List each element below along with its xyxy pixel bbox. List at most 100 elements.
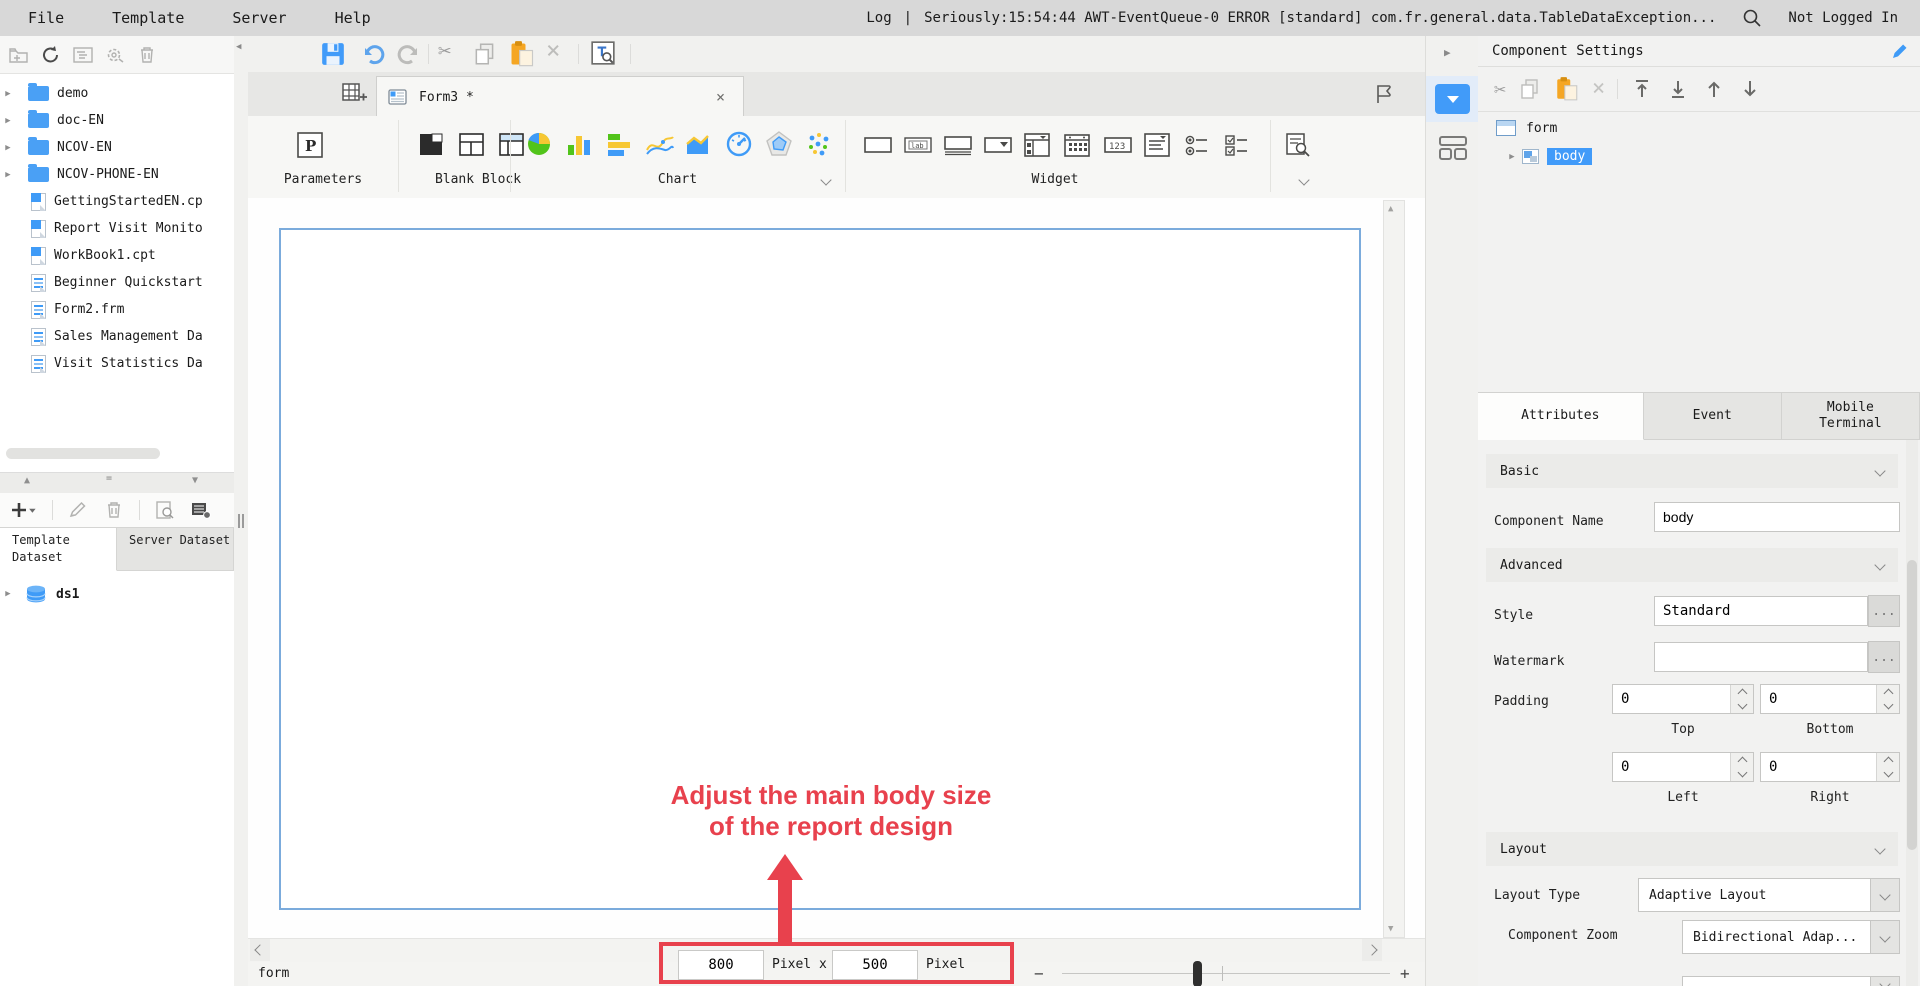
zoom-slider-track[interactable] <box>1062 973 1390 974</box>
padding-bottom-spinner[interactable] <box>1760 684 1900 714</box>
date-widget-icon[interactable] <box>1063 132 1091 158</box>
refresh-icon[interactable] <box>40 45 62 65</box>
widget-group-label[interactable]: Widget <box>845 172 1265 187</box>
delete-selection-icon[interactable]: × <box>546 36 560 64</box>
copy-icon[interactable] <box>472 41 498 67</box>
tab-server-dataset[interactable]: Server Dataset <box>117 527 234 571</box>
adapt-flag-icon[interactable] <box>1372 82 1396 106</box>
dropdown-chevron-icon[interactable] <box>1871 920 1900 954</box>
spinner-arrows-icon[interactable] <box>1730 753 1753 781</box>
block-report-icon[interactable] <box>418 132 446 158</box>
expander-icon[interactable]: ▶ <box>0 170 16 180</box>
edit-pencil-icon[interactable] <box>1890 41 1910 61</box>
tab-form3[interactable]: Form3 * × <box>376 76 744 117</box>
next-field-partial[interactable] <box>1682 976 1900 986</box>
section-basic[interactable]: Basic <box>1486 454 1898 488</box>
expand-panel-icon[interactable]: ▶ <box>1444 46 1451 59</box>
splitter-down-icon[interactable]: ▼ <box>192 475 198 486</box>
move-down-icon[interactable] <box>1738 77 1762 101</box>
padding-right-spinner[interactable] <box>1760 752 1900 782</box>
move-to-bottom-icon[interactable] <box>1666 77 1690 101</box>
collapse-sidebar-icon[interactable]: ◀ <box>236 42 241 52</box>
line-chart-icon[interactable] <box>645 130 675 158</box>
block-widget-icon[interactable] <box>498 132 526 158</box>
component-name-input[interactable] <box>1654 502 1900 532</box>
rich-text-widget-icon[interactable] <box>1143 132 1171 158</box>
number-widget-icon[interactable]: 123 <box>1103 134 1133 156</box>
block-chart-icon[interactable] <box>458 132 486 158</box>
tree-view-icon[interactable] <box>72 45 94 65</box>
tree-combobox-widget-icon[interactable] <box>1023 132 1051 158</box>
dropdown-chevron-icon[interactable] <box>1871 878 1900 912</box>
spinner-arrows-icon[interactable] <box>1876 685 1899 713</box>
section-layout[interactable]: Layout <box>1486 832 1898 866</box>
component-zoom-select[interactable]: Bidirectional Adap... <box>1682 920 1900 954</box>
parameters-pane-icon[interactable]: P <box>295 130 325 160</box>
splitter-up-icon[interactable]: ▲ <box>24 475 30 486</box>
new-folder-icon[interactable] <box>8 45 30 65</box>
area-chart-icon[interactable] <box>685 130 713 158</box>
bar-chart-icon[interactable] <box>605 130 633 158</box>
login-status[interactable]: Not Logged In <box>1788 10 1898 26</box>
layout-type-select[interactable]: Adaptive Layout <box>1638 878 1900 912</box>
query-widget-icon[interactable] <box>1284 132 1312 158</box>
tree-item-folder[interactable]: ▶ demo <box>0 80 234 107</box>
component-settings-dock-icon[interactable] <box>1435 84 1470 114</box>
vertical-scrollbar[interactable]: ▲ ▼ <box>1383 200 1405 938</box>
menu-help[interactable]: Help <box>325 9 381 27</box>
dataset-item-ds1[interactable]: ▶ ds1 <box>0 581 234 607</box>
radar-chart-icon[interactable] <box>765 130 793 158</box>
widget-more-icon[interactable] <box>1298 174 1310 186</box>
chart-group-label[interactable]: Chart <box>510 172 845 187</box>
scroll-left-icon[interactable] <box>250 939 270 961</box>
component-tree-item-body[interactable]: ▶ body <box>1504 148 1593 165</box>
move-to-top-icon[interactable] <box>1630 77 1654 101</box>
panel-splitter[interactable]: ▲ = ▼ <box>0 472 234 494</box>
splitter-grip-icon[interactable] <box>238 514 240 528</box>
style-input[interactable] <box>1654 596 1868 626</box>
undo-icon[interactable] <box>360 42 386 66</box>
paste-component-icon[interactable] <box>1554 76 1580 102</box>
tree-item-form[interactable]: Form2.frm <box>0 296 234 323</box>
redo-icon[interactable] <box>396 42 422 66</box>
textfield-widget-icon[interactable] <box>863 134 893 156</box>
combobox-widget-icon[interactable] <box>983 134 1013 156</box>
scroll-right-icon[interactable] <box>1362 939 1382 961</box>
radio-group-widget-icon[interactable] <box>1183 132 1211 158</box>
search-icon[interactable] <box>1742 8 1762 28</box>
textarea-widget-icon[interactable] <box>943 134 973 156</box>
tab-event[interactable]: Event <box>1643 392 1782 440</box>
tab-attributes[interactable]: Attributes <box>1478 392 1644 440</box>
tree-item-folder[interactable]: ▶ NCOV-PHONE-EN <box>0 161 234 188</box>
delete-dataset-icon[interactable] <box>103 500 125 520</box>
tab-template-dataset[interactable]: Template Dataset <box>0 527 117 571</box>
section-advanced[interactable]: Advanced <box>1486 548 1898 582</box>
expander-icon[interactable]: ▶ <box>0 589 16 599</box>
zoom-in-icon[interactable]: + <box>1400 964 1410 983</box>
tree-item-form[interactable]: Visit Statistics Da <box>0 350 234 377</box>
new-template-grid-icon[interactable] <box>340 81 368 107</box>
gauge-chart-icon[interactable] <box>725 130 753 158</box>
component-tree-item-form[interactable]: form <box>1496 120 1557 136</box>
save-icon[interactable] <box>320 41 346 67</box>
cut-icon[interactable]: ✂ <box>438 39 451 64</box>
tab-mobile-terminal[interactable]: Mobile Terminal <box>1781 392 1920 440</box>
dropdown-chevron-icon[interactable] <box>1871 976 1900 986</box>
cut-component-icon[interactable]: ✂ <box>1494 77 1506 101</box>
splitter-handle-icon[interactable]: = <box>106 473 112 484</box>
menu-server[interactable]: Server <box>222 9 296 27</box>
scroll-down-icon[interactable]: ▼ <box>1388 924 1393 934</box>
tree-horizontal-scrollbar[interactable] <box>6 448 160 459</box>
zoom-slider-thumb[interactable] <box>1193 961 1202 986</box>
preview-dataset-icon[interactable] <box>154 500 176 520</box>
form-sheet-tab[interactable]: form <box>258 966 289 981</box>
column-chart-icon[interactable] <box>565 130 593 158</box>
watermark-input[interactable] <box>1654 642 1868 672</box>
spinner-arrows-icon[interactable] <box>1876 753 1899 781</box>
tree-item-report[interactable]: Report Visit Monito <box>0 215 234 242</box>
parameters-label[interactable]: Parameters <box>250 172 396 187</box>
tree-item-report[interactable]: WorkBook1.cpt <box>0 242 234 269</box>
tree-item-form[interactable]: Beginner Quickstart <box>0 269 234 296</box>
menu-template[interactable]: Template <box>102 9 194 27</box>
log-message[interactable]: Seriously:15:54:44 AWT-EventQueue-0 ERRO… <box>924 10 1716 26</box>
